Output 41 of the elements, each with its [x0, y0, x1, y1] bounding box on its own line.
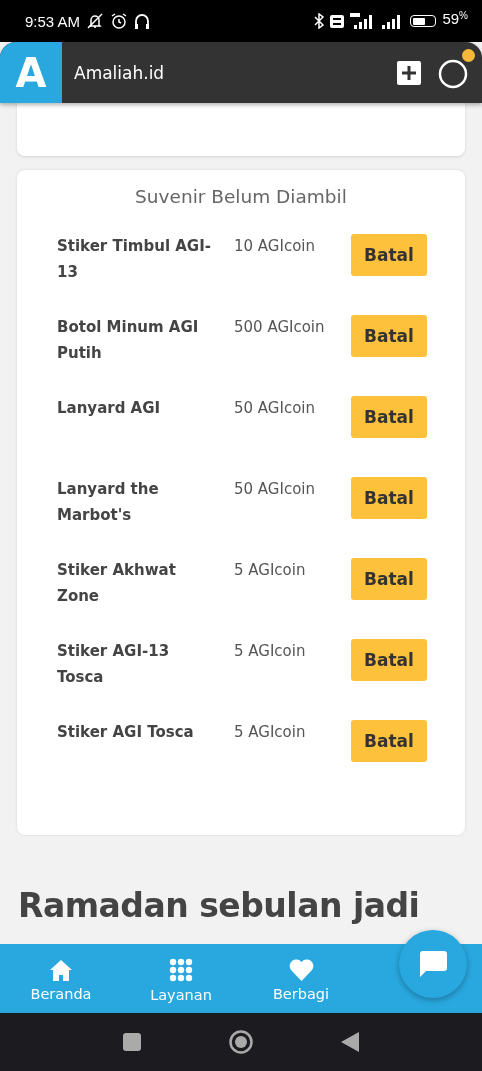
souvenir-name: Botol Minum AGI Putih — [57, 317, 200, 364]
souvenir-price: 10 AGIcoin — [234, 236, 316, 257]
percent-sign: % — [459, 9, 468, 21]
souvenir-price: 50 AGIcoin — [234, 398, 316, 419]
battery-percent: 59 — [442, 9, 460, 29]
souvenir-price: 50 AGIcoin — [234, 479, 316, 500]
souvenir-price: 5 AGIcoin — [234, 641, 307, 662]
souvenir-name: Stiker AGI Tosca — [57, 722, 195, 743]
cancel-button[interactable]: Batal — [351, 558, 427, 600]
battery-icon — [410, 15, 437, 27]
cancel-button[interactable]: Batal — [351, 396, 427, 438]
souvenir-price: 5 AGIcoin — [234, 722, 307, 743]
plus-icon[interactable] — [397, 60, 421, 85]
headphones-icon — [134, 12, 151, 30]
souvenir-price: 500 AGIcoin — [234, 317, 326, 338]
cancel-button[interactable]: Batal — [351, 720, 427, 762]
cancel-button[interactable]: Batal — [351, 234, 427, 276]
back-icon[interactable] — [341, 1032, 359, 1052]
heart-icon — [288, 959, 314, 981]
souvenir-price: 5 AGIcoin — [234, 560, 307, 581]
chat-bubble-icon — [418, 950, 448, 978]
souvenir-name: Lanyard AGI — [57, 398, 162, 419]
grid-icon — [169, 958, 193, 982]
souvenir-name: Stiker AGI-13 Tosca — [57, 641, 171, 688]
clock-time: 9:53 AM — [25, 12, 81, 30]
article-heading: Ramadan sebulan jadi — [18, 885, 420, 927]
alarm-icon — [110, 12, 129, 30]
cancel-button[interactable]: Batal — [351, 477, 427, 519]
cancel-button[interactable]: Batal — [351, 315, 427, 357]
card-title: Suvenir Belum Diambil — [134, 186, 348, 207]
cancel-button[interactable]: Batal — [351, 639, 427, 681]
souvenir-name: Lanyard the Marbot's — [57, 479, 160, 526]
muted-bell-icon — [86, 12, 105, 30]
home-icon — [49, 959, 73, 981]
souvenir-name: Stiker Timbul AGI-13 — [57, 236, 212, 283]
home-button-icon[interactable] — [229, 1030, 253, 1054]
volte-icon — [330, 14, 345, 28]
souvenir-name: Stiker Akhwat Zone — [57, 560, 177, 607]
site-title: Amaliah.id — [74, 62, 166, 83]
bluetooth-icon — [314, 13, 325, 29]
chat-button[interactable] — [399, 930, 467, 998]
